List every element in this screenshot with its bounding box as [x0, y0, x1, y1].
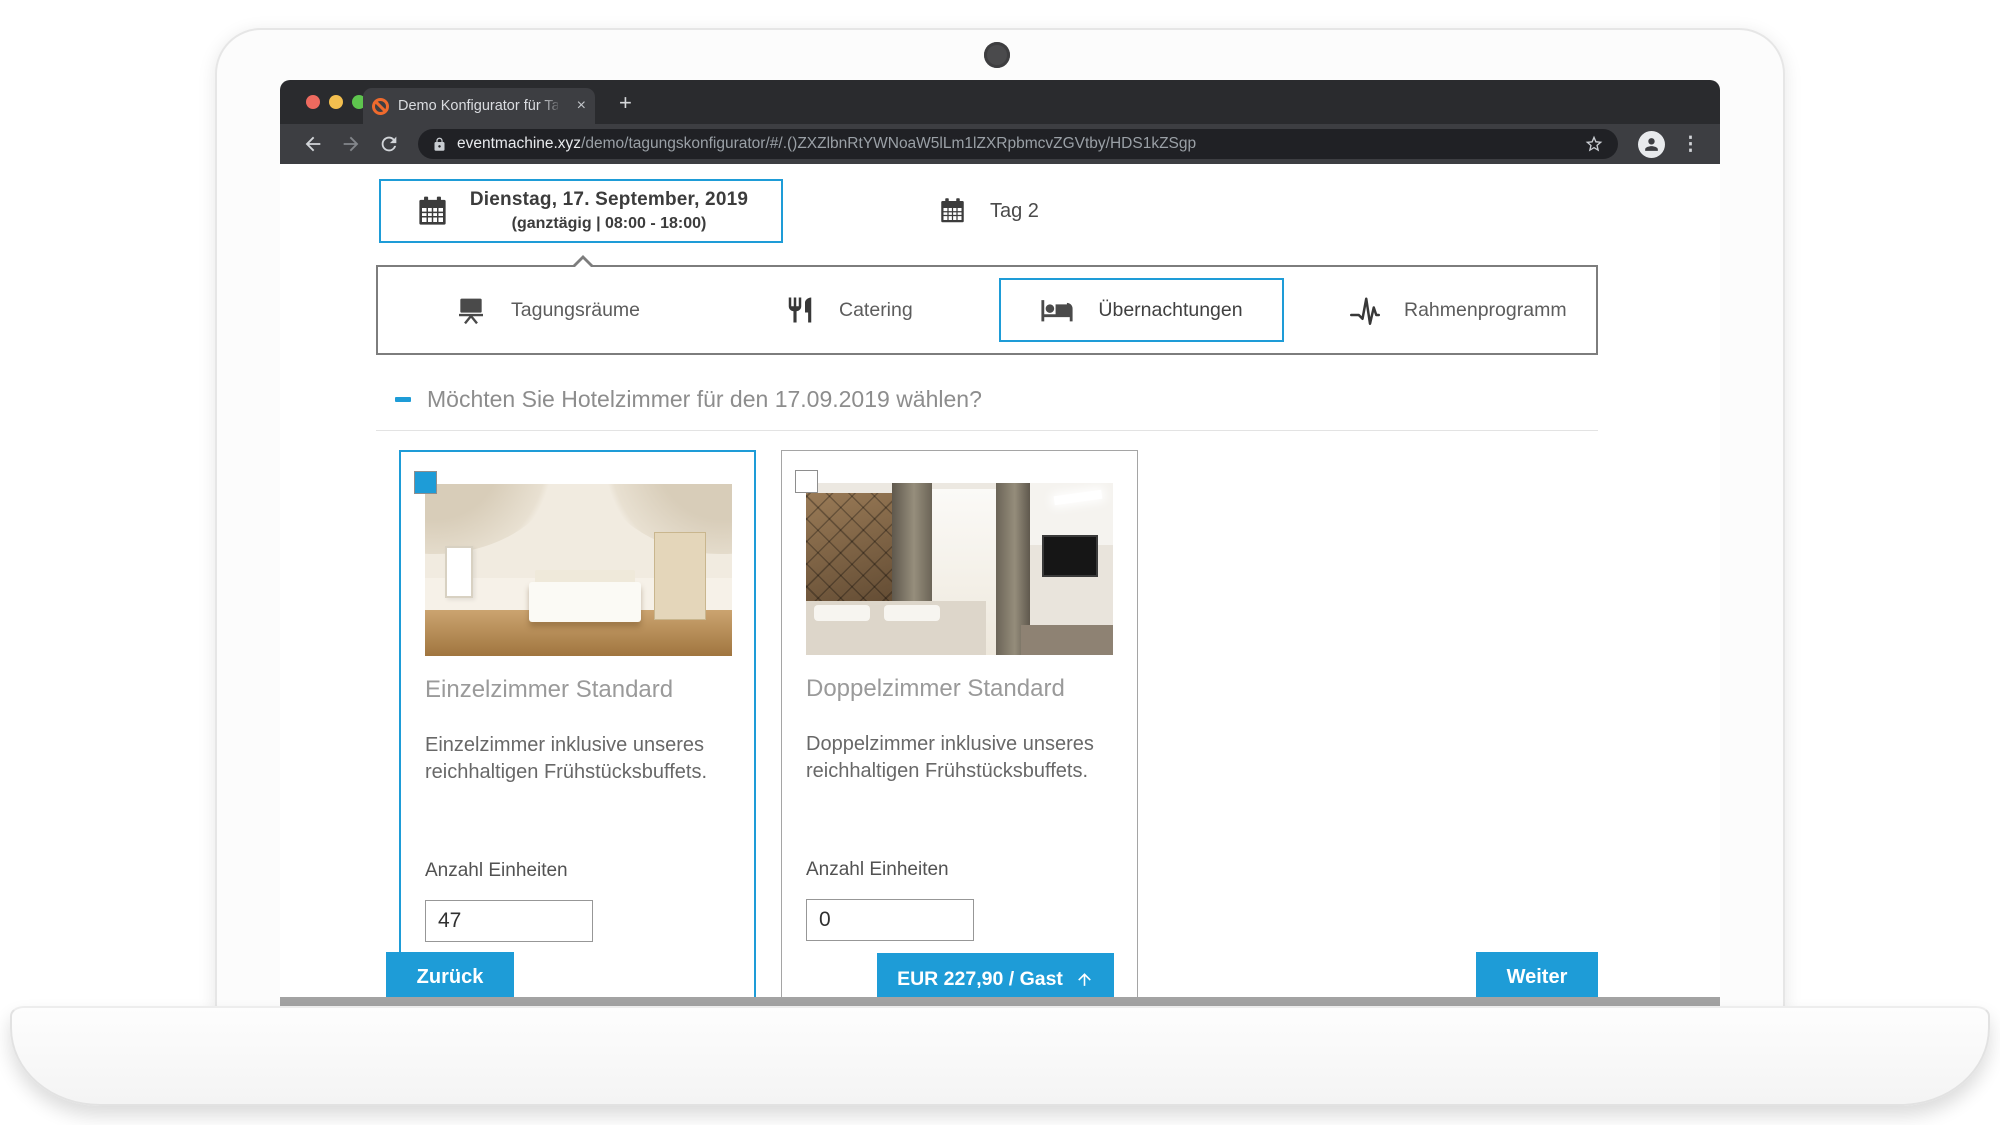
section-navbar: Tagungsräume Catering Übernachtungen: [376, 265, 1598, 355]
page-content: Dienstag, 17. September, 2019 (ganztägig…: [280, 164, 1720, 997]
back-button[interactable]: Zurück: [386, 952, 514, 997]
url-domain: eventmachine.xyz: [457, 135, 581, 152]
room-title: Einzelzimmer Standard: [425, 676, 673, 704]
tab-rahmenprogramm[interactable]: Rahmenprogramm: [1350, 267, 1567, 353]
day-tab-date: Dienstag, 17. September, 2019: [451, 189, 767, 211]
room-card-doppelzimmer[interactable]: Doppelzimmer Standard Doppelzimmer inklu…: [781, 450, 1138, 997]
question-text: Möchten Sie Hotelzimmer für den 17.09.20…: [427, 386, 982, 413]
room-card-einzelzimmer[interactable]: Einzelzimmer Standard Einzelzimmer inklu…: [399, 450, 756, 997]
quantity-input[interactable]: [425, 900, 593, 942]
room-title: Doppelzimmer Standard: [806, 675, 1065, 703]
browser-tab-bar: Demo Konfigurator für Tagunge × +: [280, 80, 1720, 124]
day-tab-2[interactable]: Tag 2: [937, 179, 1039, 243]
back-icon[interactable]: [302, 133, 324, 155]
calendar-icon: [414, 194, 451, 229]
day-tab-text: Dienstag, 17. September, 2019 (ganztägig…: [451, 189, 781, 233]
tab-label: Übernachtungen: [1098, 299, 1242, 322]
room-description: Einzelzimmer inklusive unseres reichhalt…: [425, 732, 737, 786]
day-tab-label: Tag 2: [990, 200, 1039, 223]
site-favicon-icon: [372, 98, 389, 115]
tab-label: Tagungsräume: [511, 299, 640, 322]
arrow-up-icon: [1075, 970, 1094, 989]
room-checkbox-checked[interactable]: [414, 471, 437, 494]
new-tab-button[interactable]: +: [619, 90, 632, 116]
laptop-base: [10, 1006, 1990, 1106]
price-label: EUR 227,90 / Gast: [897, 968, 1063, 991]
question-row[interactable]: Möchten Sie Hotelzimmer für den 17.09.20…: [395, 386, 982, 413]
url-path: /demo/tagungskonfigurator/#/.()ZXZlbnRtY…: [581, 135, 1196, 152]
profile-avatar-icon[interactable]: [1638, 131, 1665, 158]
minimize-window-button[interactable]: [329, 95, 343, 109]
tab-title: Demo Konfigurator für Tagunge: [398, 98, 558, 114]
url-text: eventmachine.xyz/demo/tagungskonfigurato…: [457, 135, 1196, 153]
reload-icon[interactable]: [378, 133, 400, 155]
quantity-label: Anzahl Einheiten: [425, 860, 568, 882]
day-tab-selected[interactable]: Dienstag, 17. September, 2019 (ganztägig…: [379, 179, 783, 243]
tab-close-icon[interactable]: ×: [577, 98, 586, 114]
day-tab-time: (ganztägig | 08:00 - 18:00): [451, 215, 767, 233]
room-description: Doppelzimmer inklusive unseres reichhalt…: [806, 731, 1118, 785]
pulse-icon: [1350, 295, 1380, 325]
room-checkbox-unchecked[interactable]: [795, 470, 818, 493]
bookmark-star-icon[interactable]: [1584, 134, 1604, 154]
address-bar[interactable]: eventmachine.xyz/demo/tagungskonfigurato…: [418, 129, 1618, 159]
window-controls[interactable]: [306, 95, 366, 109]
section-divider: [376, 430, 1598, 431]
calendar-icon: [937, 196, 968, 226]
price-per-guest-button[interactable]: EUR 227,90 / Gast: [877, 953, 1114, 997]
browser-tab[interactable]: Demo Konfigurator für Tagunge ×: [363, 88, 595, 124]
collapse-minus-icon[interactable]: [395, 397, 411, 402]
browser-menu-icon[interactable]: ⋮: [1681, 133, 1700, 156]
room-photo-einzelzimmer: [425, 484, 732, 656]
quantity-input[interactable]: [806, 899, 974, 941]
browser-window: Demo Konfigurator für Tagunge × +: [280, 80, 1720, 1013]
tab-label: Catering: [839, 299, 913, 322]
tab-label: Rahmenprogramm: [1404, 299, 1567, 322]
laptop-screen: Demo Konfigurator für Tagunge × +: [215, 28, 1785, 1013]
lock-icon: [432, 137, 447, 152]
laptop-camera: [984, 42, 1010, 68]
quantity-label: Anzahl Einheiten: [806, 859, 949, 881]
fork-knife-icon: [785, 295, 815, 325]
close-window-button[interactable]: [306, 95, 320, 109]
tab-uebernachtungen-selected[interactable]: Übernachtungen: [999, 278, 1284, 342]
laptop-mockup: Demo Konfigurator für Tagunge × +: [0, 0, 2000, 1125]
tab-tagungsraeume[interactable]: Tagungsräume: [455, 267, 640, 353]
forward-icon[interactable]: [340, 133, 362, 155]
next-button[interactable]: Weiter: [1476, 952, 1598, 997]
room-photo-doppelzimmer: [806, 483, 1113, 655]
tab-catering[interactable]: Catering: [785, 267, 913, 353]
browser-toolbar: eventmachine.xyz/demo/tagungskonfigurato…: [280, 124, 1720, 164]
presentation-board-icon: [455, 294, 487, 326]
tab-title-fade: [541, 88, 567, 124]
bed-icon: [1040, 293, 1074, 327]
